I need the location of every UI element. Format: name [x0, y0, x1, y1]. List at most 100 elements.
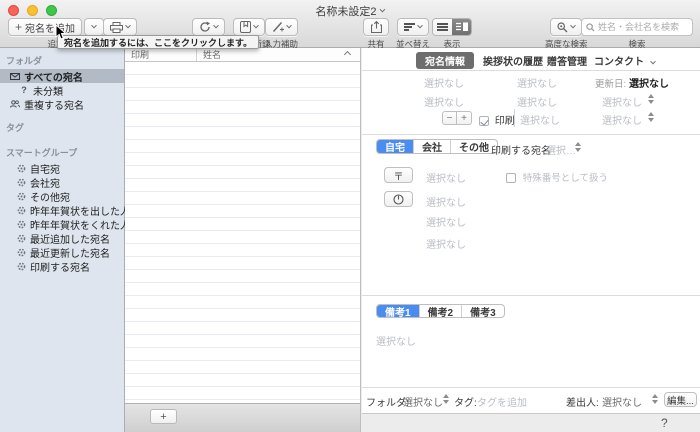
print-checkbox[interactable]: 印刷: [479, 112, 515, 127]
folder-field-value[interactable]: 選択なし: [403, 394, 443, 409]
honorific-placeholder[interactable]: 選択なし: [602, 94, 642, 109]
recipient-list: 印刷 姓名 +: [125, 48, 361, 432]
clock-dial-icon: [393, 194, 404, 205]
special-number-checkbox[interactable]: 特殊番号として扱う: [506, 170, 608, 184]
column-header-name[interactable]: 姓名: [197, 48, 360, 61]
checkbox-checked-icon: [479, 116, 489, 126]
tab-contacts[interactable]: コンタクト: [594, 53, 655, 68]
traffic-lights: [8, 5, 57, 16]
column-header-print[interactable]: 印刷: [125, 48, 197, 61]
app-window: 名称未設定2 + 宛名を追加 追加: [0, 0, 700, 432]
mouse-cursor: [55, 25, 67, 41]
chevron-down-icon: [417, 23, 423, 29]
tab-recipient-info[interactable]: 宛名情報: [416, 52, 474, 69]
sort-button[interactable]: [397, 18, 429, 36]
add-member-button[interactable]: +: [457, 111, 472, 125]
print-button[interactable]: [103, 18, 137, 36]
gear-icon: [16, 262, 26, 271]
chevron-down-icon: [213, 23, 219, 29]
note-text-placeholder[interactable]: 選択なし: [376, 333, 416, 348]
sidebar-item-smart-group[interactable]: その他宛: [0, 189, 124, 203]
sidebar: フォルダ すべての宛名 ? 未分類 重複する宛名 タグ スマートグループ 自宅宛…: [0, 48, 125, 432]
phone-lookup-button[interactable]: [384, 191, 413, 207]
sender-stepper[interactable]: [652, 394, 658, 404]
sidebar-item-smart-group[interactable]: 印刷する宛名: [0, 259, 124, 273]
print-name-stepper[interactable]: [575, 142, 581, 152]
tab-greeting-history[interactable]: 挨拶状の履歴: [483, 53, 543, 68]
postal-code-placeholder[interactable]: 選択なし: [426, 170, 466, 185]
edit-sender-button[interactable]: 編集...: [664, 392, 697, 407]
gear-icon: [16, 234, 26, 243]
help-button[interactable]: ?: [661, 416, 668, 430]
close-window-button[interactable]: [8, 5, 19, 16]
sidebar-section-tags: タグ: [0, 111, 124, 136]
sidebar-item-uncategorized[interactable]: ? 未分類: [0, 83, 124, 97]
toolbar-group-sort: 並べ替え: [396, 18, 430, 50]
last-kana-placeholder[interactable]: 選択なし: [424, 94, 464, 109]
sidebar-item-all-recipients[interactable]: すべての宛名: [0, 69, 124, 83]
sidebar-item-smart-group[interactable]: 最近更新した宛名: [0, 245, 124, 259]
other-address-books-button[interactable]: [233, 18, 265, 36]
add-row-button[interactable]: +: [150, 409, 177, 424]
question-icon: ?: [19, 85, 29, 95]
list-rows-empty[interactable]: [125, 62, 360, 403]
joint-honorific-placeholder[interactable]: 選択なし: [602, 112, 642, 127]
search-input[interactable]: [598, 22, 686, 32]
add-recipient-menu-button[interactable]: [84, 18, 104, 36]
search-star-icon: [557, 22, 568, 33]
sender-field-value[interactable]: 選択なし: [602, 394, 642, 409]
first-kana-placeholder[interactable]: 選択なし: [517, 94, 557, 109]
first-name-placeholder[interactable]: 選択なし: [517, 75, 557, 90]
chevron-down-icon: [91, 23, 97, 29]
segment-note3[interactable]: 備考3: [462, 305, 504, 317]
advanced-search-button[interactable]: [550, 18, 582, 36]
tag-field-label: タグ:: [454, 394, 477, 409]
print-name-value[interactable]: 選択…: [546, 142, 576, 157]
search-field[interactable]: [581, 18, 693, 36]
address-line2-placeholder[interactable]: 選択なし: [426, 214, 466, 229]
pencil-plus-icon: [272, 21, 284, 33]
tooltip: 宛名を追加するには、ここをクリックします。: [57, 35, 259, 49]
sidebar-item-duplicates[interactable]: 重複する宛名: [0, 97, 124, 111]
sidebar-item-smart-group[interactable]: 昨年年賀状をくれた人: [0, 217, 124, 231]
toolbar-group-view: 表示: [432, 18, 472, 50]
tab-gift-management[interactable]: 贈答管理: [547, 53, 587, 68]
segment-company[interactable]: 会社: [414, 140, 451, 153]
honorific-stepper[interactable]: [648, 94, 654, 104]
segment-home[interactable]: 自宅: [377, 140, 414, 153]
refresh-button[interactable]: [192, 18, 225, 36]
sender-field-label: 差出人:: [566, 394, 599, 409]
proxy-chevron-down-icon[interactable]: [380, 7, 386, 13]
zoom-window-button[interactable]: [46, 5, 57, 16]
joint-honorific-stepper[interactable]: [648, 112, 654, 122]
sort-ascending-icon: [344, 51, 351, 58]
gear-icon: [16, 192, 26, 201]
view-list-segment[interactable]: [433, 19, 452, 35]
sidebar-item-smart-group[interactable]: 最近追加した宛名: [0, 231, 124, 245]
chevron-down-icon: [253, 23, 259, 29]
detail-view-icon: [456, 22, 468, 32]
input-assist-button[interactable]: [265, 18, 298, 36]
minimize-window-button[interactable]: [27, 5, 38, 16]
gear-icon: [16, 178, 26, 187]
joint-name-placeholder[interactable]: 選択なし: [520, 112, 560, 127]
tag-field-placeholder[interactable]: タグを追加: [477, 394, 527, 409]
detail-panel: 宛名情報 挨拶状の履歴 贈答管理 コンタクト 選択なし 選択なし 更新日: 選択…: [362, 48, 700, 432]
last-name-placeholder[interactable]: 選択なし: [424, 75, 464, 90]
toolbar-group-search: 検索: [581, 18, 693, 50]
sidebar-item-smart-group[interactable]: 昨年年賀状を出した人: [0, 203, 124, 217]
segment-note2[interactable]: 備考2: [420, 305, 463, 317]
address-line1-placeholder[interactable]: 選択なし: [426, 194, 466, 209]
folder-stepper[interactable]: [443, 394, 449, 404]
remove-member-button[interactable]: −: [442, 111, 457, 125]
share-button[interactable]: [363, 18, 389, 36]
segment-note1[interactable]: 備考1: [377, 305, 420, 317]
sidebar-item-smart-group[interactable]: 自宅宛: [0, 161, 124, 175]
view-detail-segment[interactable]: [452, 19, 471, 35]
address-line3-placeholder[interactable]: 選択なし: [426, 236, 466, 251]
view-segmented-control: [432, 18, 472, 36]
sidebar-item-smart-group[interactable]: 会社宛: [0, 175, 124, 189]
add-recipient-button[interactable]: + 宛名を追加: [8, 18, 82, 36]
chevron-down-icon: [650, 59, 656, 65]
postal-code-button[interactable]: 〒: [384, 167, 413, 183]
